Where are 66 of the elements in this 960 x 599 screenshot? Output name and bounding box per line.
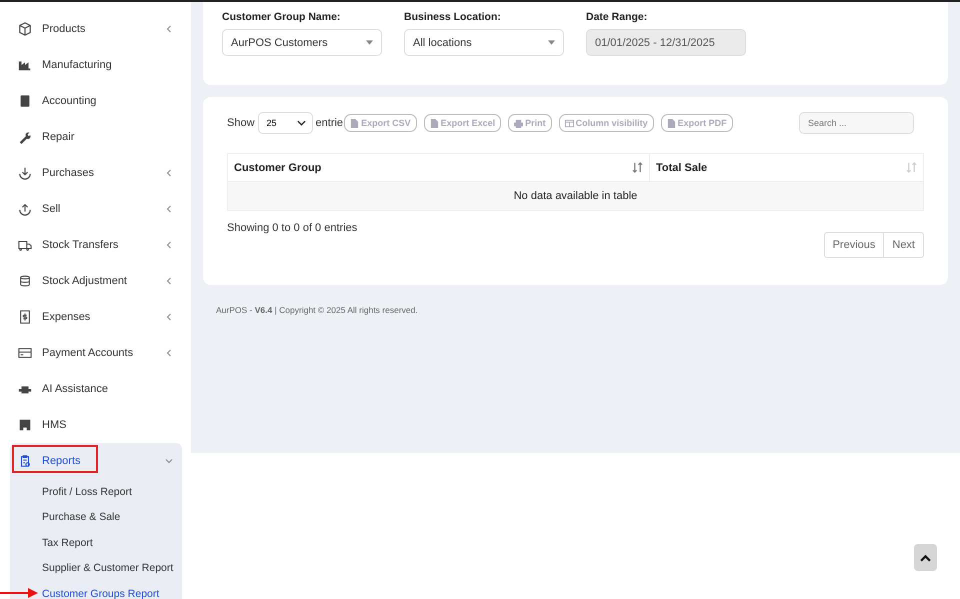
- nav-item[interactable]: Sell: [10, 191, 182, 227]
- nav-icon: [18, 454, 32, 468]
- chevron-icon: [296, 120, 306, 126]
- nav-icon: [18, 274, 32, 288]
- file-icon: [430, 118, 439, 128]
- submenu-item[interactable]: Customer Groups Report: [42, 581, 182, 599]
- nav-item[interactable]: Expenses: [10, 299, 182, 335]
- pagination-button[interactable]: Next: [884, 232, 924, 258]
- chevron-icon: [164, 204, 174, 214]
- nav-item[interactable]: Repair: [10, 119, 182, 155]
- field-label: Business Location:: [404, 11, 502, 23]
- chevron-icon: [164, 312, 174, 322]
- submenu-item[interactable]: Supplier & Customer Report: [42, 556, 182, 581]
- chevron-icon: [164, 456, 174, 466]
- nav-icon: [18, 418, 32, 432]
- nav-item[interactable]: Accounting: [10, 83, 182, 119]
- date-range-field[interactable]: 01/01/2025 - 12/31/2025: [586, 29, 746, 56]
- file-icon: [666, 118, 676, 128]
- nav-item[interactable]: AI Assistance: [10, 371, 182, 407]
- submenu-item[interactable]: Profit / Loss Report: [42, 479, 182, 504]
- nav-item[interactable]: HMS: [10, 407, 182, 443]
- nav-item[interactable]: Products: [10, 11, 182, 47]
- entries-label: entrie: [316, 117, 344, 129]
- nav-icon: [18, 166, 32, 180]
- submenu-item[interactable]: Tax Report: [42, 530, 182, 556]
- empty-table-message: No data available in table: [228, 182, 923, 210]
- scroll-to-top-button[interactable]: [914, 544, 937, 571]
- sort-icon: [632, 162, 643, 173]
- submenu-item[interactable]: Purchase & Sale: [42, 504, 182, 530]
- sort-icon: [906, 162, 917, 173]
- chevron-icon: [164, 348, 174, 358]
- file-icon: [350, 118, 360, 128]
- caret-icon: [366, 40, 373, 45]
- nav-icon: [18, 22, 32, 36]
- column-header[interactable]: Total Sale: [650, 154, 923, 181]
- chevron-icon: [164, 168, 174, 178]
- chevron-icon: [164, 240, 174, 250]
- show-label: Show: [227, 117, 255, 129]
- nav-icon: [18, 310, 32, 324]
- page-size-select[interactable]: 25: [258, 112, 313, 134]
- pagination-button[interactable]: Previous: [824, 232, 884, 258]
- table-info: Showing 0 to 0 of 0 entries: [227, 222, 358, 234]
- nav-icon: [18, 346, 32, 360]
- field-label: Customer Group Name:: [222, 11, 342, 23]
- nav-item[interactable]: Reports: [10, 443, 182, 479]
- chevron-up-icon: [920, 554, 931, 562]
- dropdown[interactable]: All locations: [404, 29, 564, 56]
- nav-item[interactable]: Purchases: [10, 155, 182, 191]
- columns-icon: [564, 118, 574, 128]
- nav-item[interactable]: Stock Adjustment: [10, 263, 182, 299]
- dropdown[interactable]: AurPOS Customers: [222, 29, 382, 56]
- column-header[interactable]: Customer Group: [228, 154, 650, 181]
- printer-icon: [514, 118, 524, 128]
- footer-text: AurPOS - V6.4 | Copyright © 2025 All rights reserved.: [216, 305, 419, 315]
- nav-icon: [18, 94, 32, 108]
- nav-item[interactable]: Stock Transfers: [10, 227, 182, 263]
- caret-icon: [548, 40, 555, 45]
- nav-icon: [18, 238, 32, 252]
- nav-item[interactable]: Payment Accounts: [10, 335, 182, 371]
- nav-icon: [18, 202, 32, 216]
- chevron-icon: [164, 276, 174, 286]
- field-label: Date Range:: [586, 11, 648, 23]
- chevron-icon: [164, 24, 174, 34]
- nav-icon: [18, 130, 32, 144]
- search-field[interactable]: Search ...: [799, 112, 914, 134]
- nav-item[interactable]: Manufacturing: [10, 47, 182, 83]
